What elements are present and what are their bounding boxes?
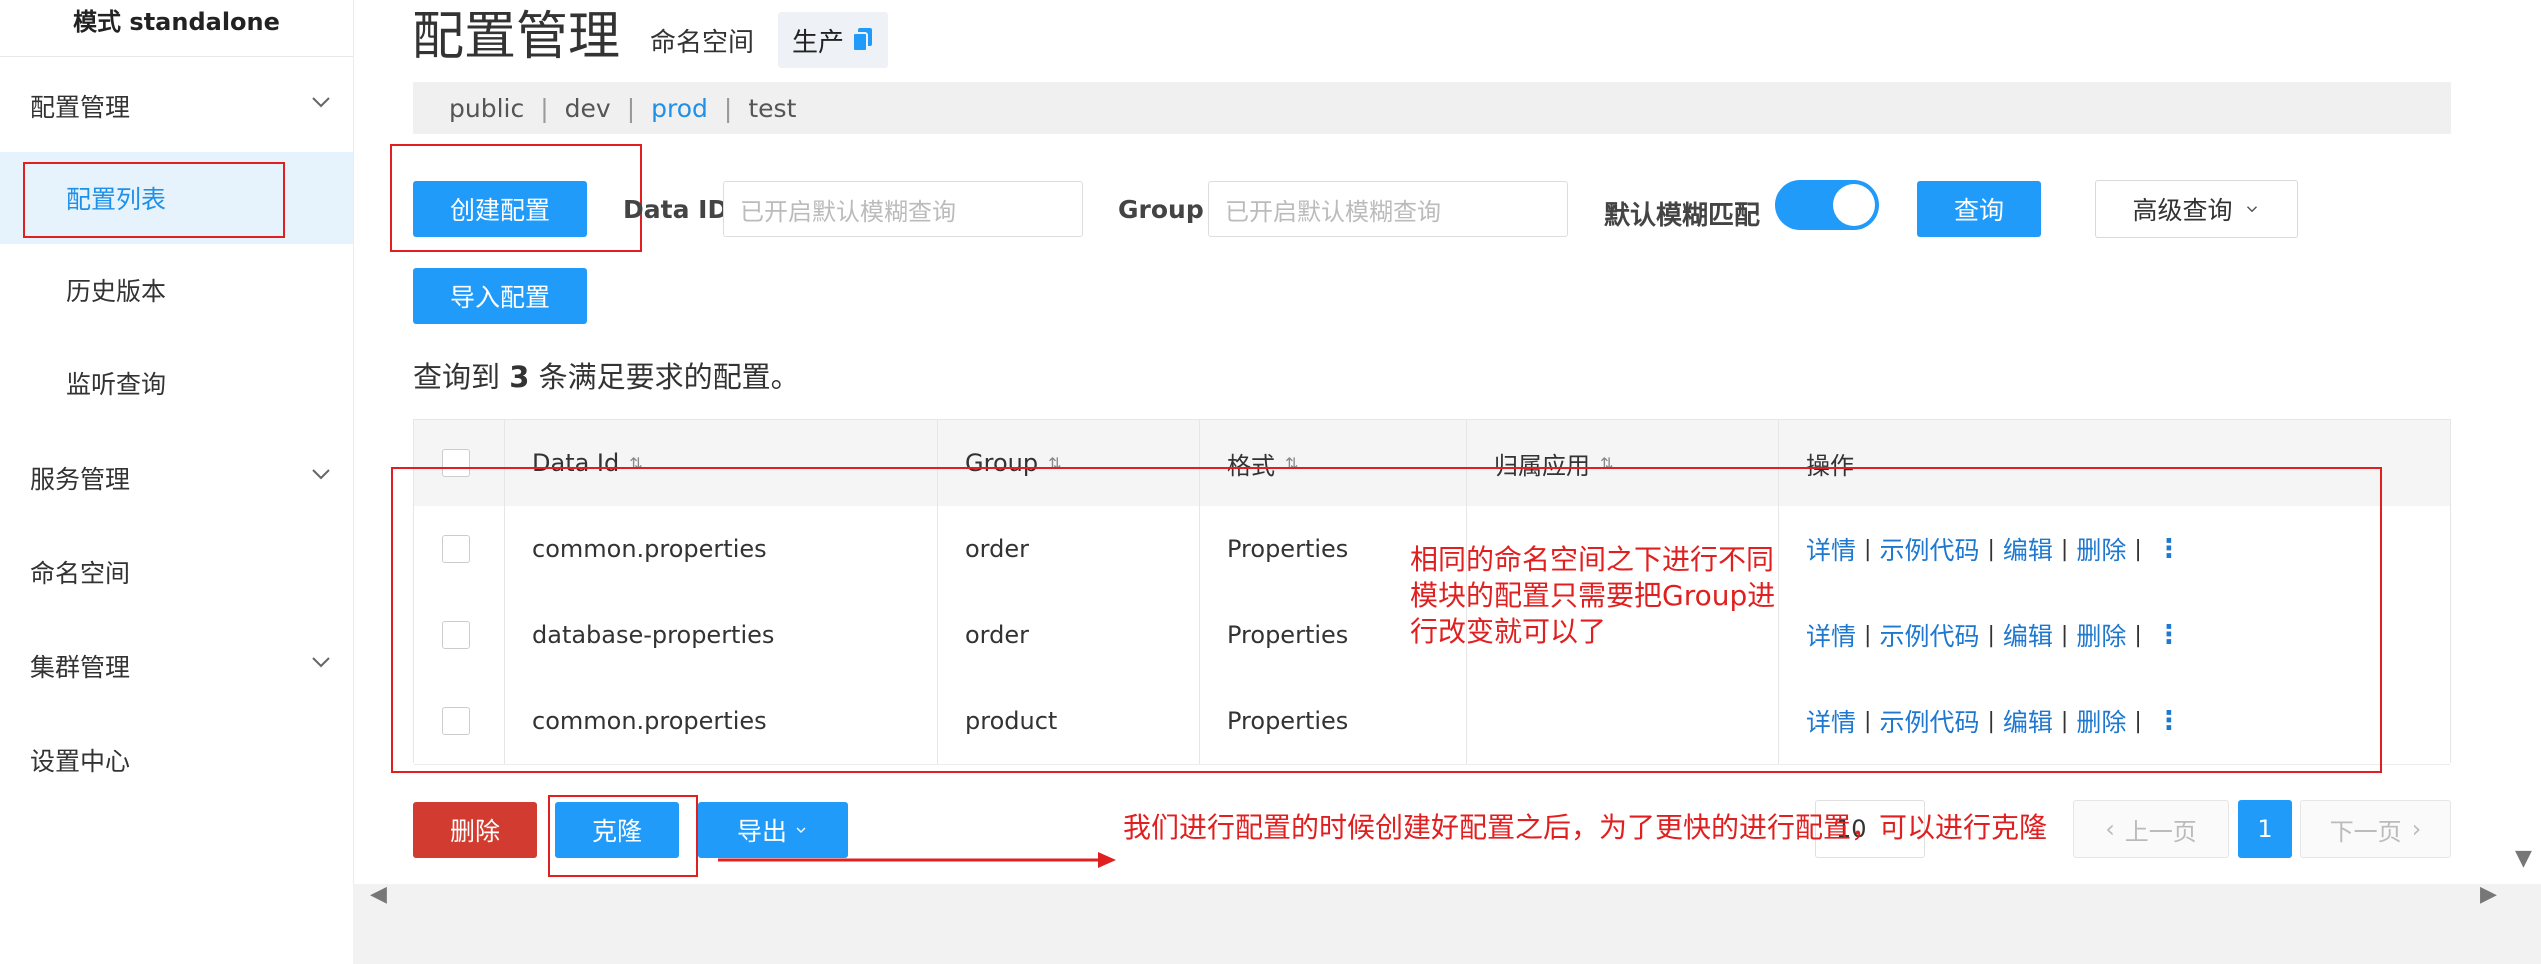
annotation-arrow-icon <box>718 852 1116 868</box>
scroll-left-icon[interactable]: ◀ <box>370 882 387 907</box>
annotation-note-clone: 我们进行配置的时候创建好配置之后，为了更快的进行配置，可以进行克隆 <box>1123 811 2048 844</box>
chevron-down-icon <box>312 97 330 108</box>
next-page-button[interactable]: 下一页 › <box>2300 800 2451 858</box>
nav-cluster-management[interactable]: 集群管理 <box>0 620 353 712</box>
nav-listener-query[interactable]: 监听查询 <box>0 337 353 429</box>
sidebar: 模式 standalone 配置管理 配置列表 历史版本 监听查询 服务管理 命… <box>0 0 354 964</box>
page-title: 配置管理 <box>412 7 621 67</box>
chevron-left-icon: ‹ <box>2105 815 2115 843</box>
chevron-right-icon: › <box>2411 815 2422 843</box>
nav-history[interactable]: 历史版本 <box>0 244 353 336</box>
chevron-down-icon <box>312 469 330 480</box>
nav-label: 历史版本 <box>66 277 167 306</box>
group-label: Group <box>1118 195 1204 224</box>
dataid-label: Data ID <box>623 195 729 224</box>
namespace-chip[interactable]: 生产 <box>778 12 888 68</box>
annotation-note-group: 相同的命名空间之下进行不同模块的配置只需要把Group进行改变就可以了 <box>1410 543 1776 648</box>
annotation-box-clone <box>548 795 698 877</box>
tab-separator: | <box>540 93 549 123</box>
fuzzy-match-label: 默认模糊匹配 <box>1604 201 1761 231</box>
scroll-down-icon[interactable]: ▼ <box>2515 846 2532 871</box>
advanced-query-label: 高级查询 <box>2132 196 2233 225</box>
nav-namespace[interactable]: 命名空间 <box>0 526 353 618</box>
nav-label: 设置中心 <box>30 747 131 776</box>
copy-icon[interactable] <box>852 27 874 53</box>
chevron-down-icon <box>796 827 806 833</box>
tab-prod[interactable]: prod <box>643 94 716 123</box>
nav-settings[interactable]: 设置中心 <box>0 714 353 806</box>
result-count: 3 <box>509 360 530 394</box>
next-label: 下一页 <box>2329 817 2402 846</box>
fuzzy-match-toggle[interactable] <box>1775 180 1879 230</box>
nav-service-management[interactable]: 服务管理 <box>0 432 353 524</box>
chevron-down-icon <box>312 657 330 668</box>
tab-public[interactable]: public <box>441 94 532 123</box>
result-suffix: 条满足要求的配置。 <box>538 360 800 394</box>
result-summary: 查询到 3 条满足要求的配置。 <box>413 354 800 396</box>
prev-label: 上一页 <box>2124 817 2197 846</box>
tab-dev[interactable]: dev <box>557 94 619 123</box>
import-config-button[interactable]: 导入配置 <box>413 268 587 324</box>
tab-separator: | <box>626 93 636 123</box>
namespace-label: 命名空间 <box>650 28 755 58</box>
tab-separator: | <box>723 93 733 123</box>
nav-label: 命名空间 <box>30 559 131 588</box>
delete-button[interactable]: 删除 <box>413 802 537 858</box>
nav-label: 配置管理 <box>30 93 131 122</box>
advanced-query-button[interactable]: 高级查询 <box>2095 180 2298 238</box>
nav-label: 服务管理 <box>30 465 131 494</box>
nav-label: 集群管理 <box>30 653 131 682</box>
namespace-tabs: public | dev | prod | test <box>413 82 2451 134</box>
annotation-box-table <box>391 467 2382 773</box>
mode-label: 模式 standalone <box>0 0 353 57</box>
scroll-right-icon[interactable]: ▶ <box>2480 882 2497 907</box>
prev-page-button[interactable]: ‹ 上一页 <box>2073 800 2229 858</box>
chevron-down-icon <box>2246 206 2257 213</box>
dataid-input[interactable]: 已开启默认模糊查询 <box>723 181 1083 237</box>
annotation-box-create <box>390 144 642 252</box>
namespace-value: 生产 <box>792 27 845 58</box>
result-prefix: 查询到 <box>413 360 501 394</box>
tab-test[interactable]: test <box>740 94 804 123</box>
nav-label: 监听查询 <box>66 370 167 399</box>
annotation-box-config-list <box>23 162 285 238</box>
horizontal-scroll-area[interactable] <box>353 884 2541 964</box>
toggle-knob <box>1833 184 1875 226</box>
export-label: 导出 <box>736 817 787 846</box>
group-input[interactable]: 已开启默认模糊查询 <box>1208 181 1568 237</box>
nav-config-management[interactable]: 配置管理 <box>0 60 353 152</box>
page-1-button[interactable]: 1 <box>2238 800 2292 858</box>
query-button[interactable]: 查询 <box>1917 181 2041 237</box>
